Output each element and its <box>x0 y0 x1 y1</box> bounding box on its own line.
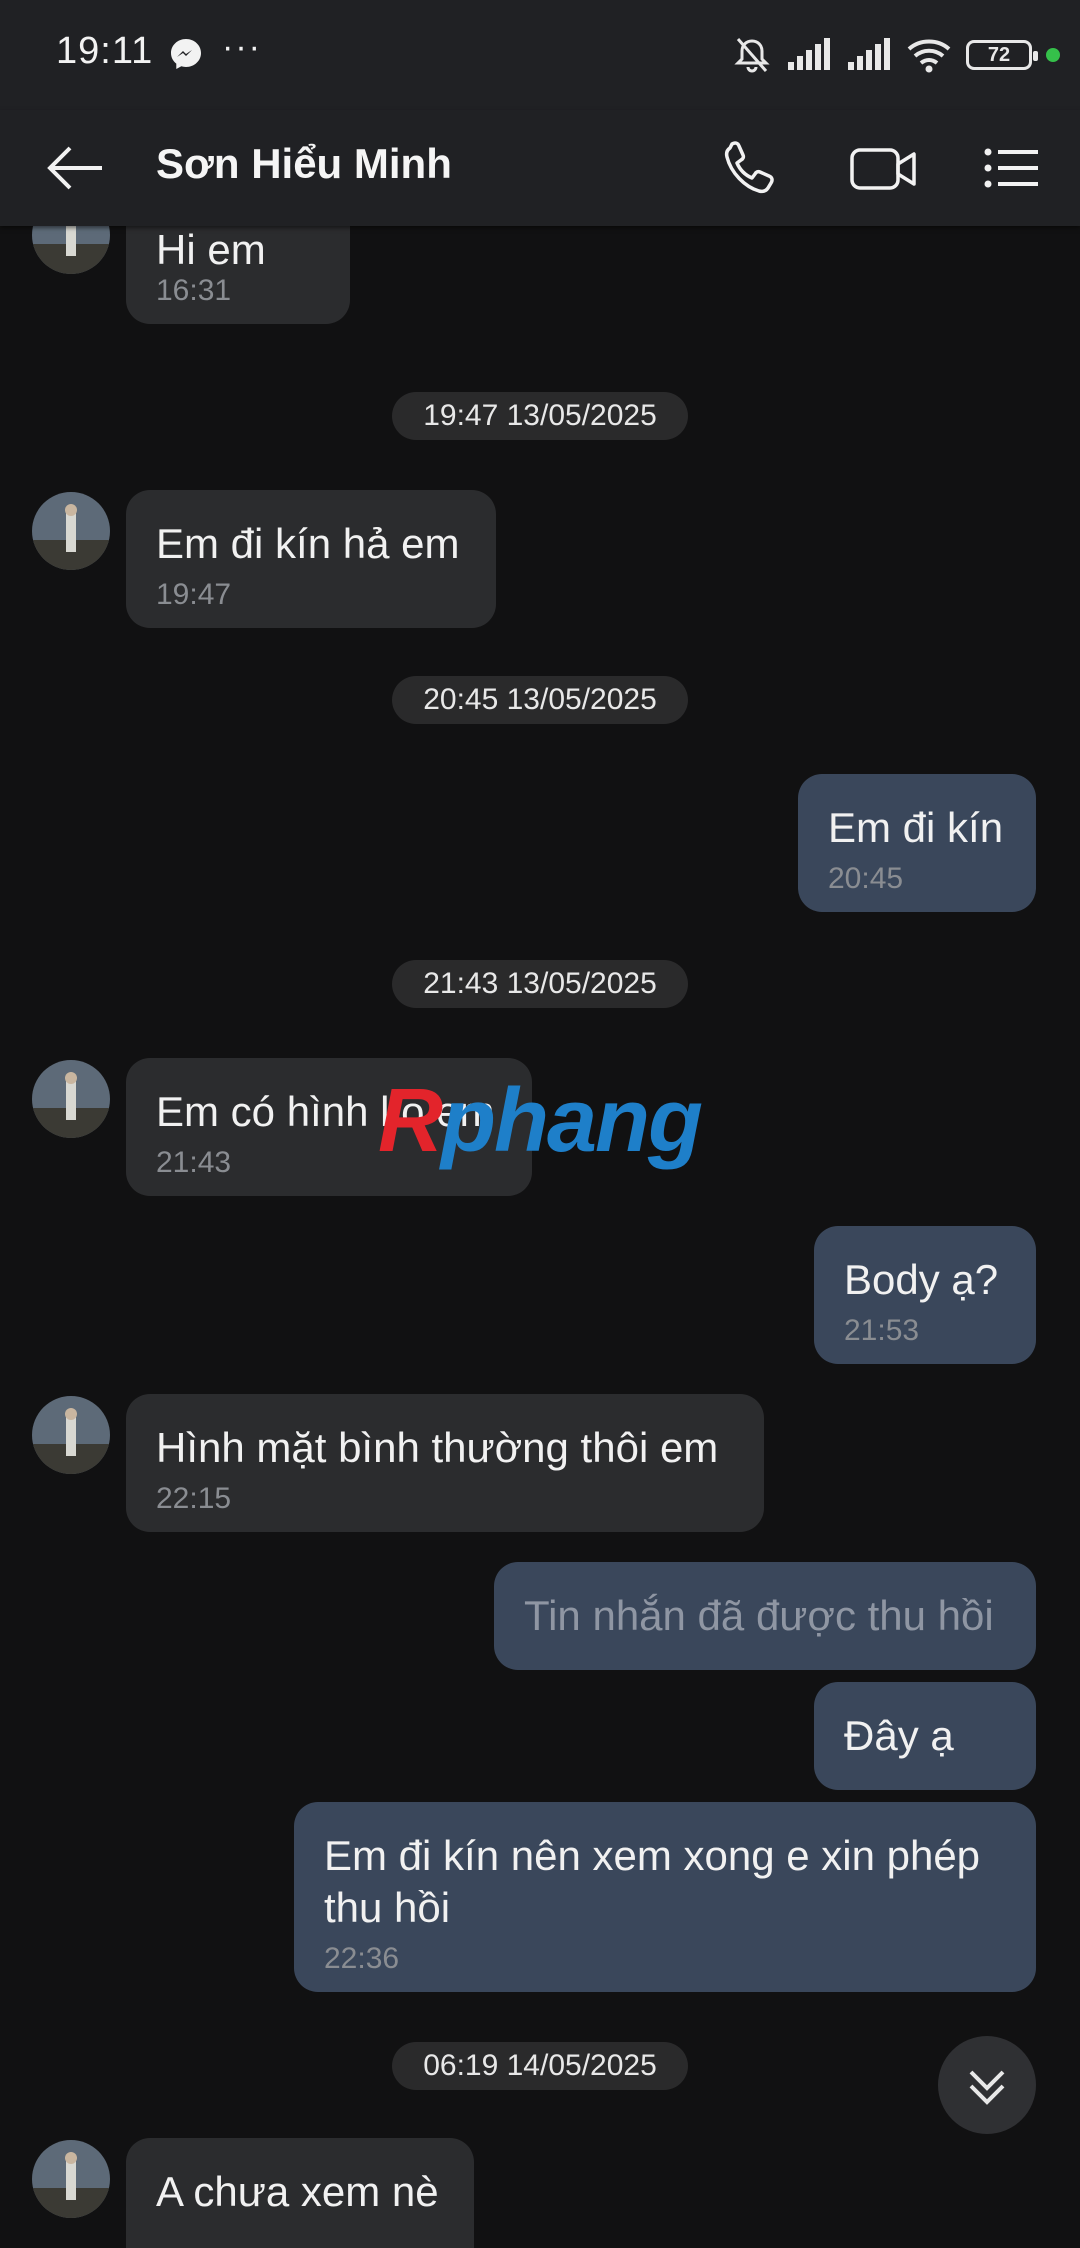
message-bubble-outgoing[interactable]: Em đi kín 20:45 <box>798 774 1036 912</box>
message-time: 22:15 <box>156 1482 232 1515</box>
message-text: Em đi kín hả em <box>156 520 460 567</box>
message-text: Em đi kín nên xem xong e xin phép <box>324 1832 981 1879</box>
signal-icon <box>848 38 890 70</box>
date-separator: 19:47 13/05/2025 <box>392 392 688 440</box>
messenger-icon <box>171 39 201 69</box>
message-bubble-outgoing[interactable]: Body ạ? 21:53 <box>814 1226 1036 1364</box>
message-text: Đây ạ <box>844 1712 954 1759</box>
back-arrow-icon[interactable] <box>40 138 110 198</box>
message-bubble-outgoing[interactable]: Đây ạ <box>814 1682 1036 1790</box>
message-bubble-incoming[interactable]: Hi em 16:31 <box>126 226 350 324</box>
message-text: Hình mặt bình thường thôi em <box>156 1424 719 1471</box>
date-separator: 06:19 14/05/2025 <box>392 2042 688 2090</box>
message-text: Body ạ? <box>844 1256 999 1303</box>
message-text: Em đi kín <box>828 804 1004 851</box>
message-text: Hi em <box>156 226 266 273</box>
more-notifications: ··· <box>222 28 262 66</box>
status-bar: 19:11 ··· 72 <box>0 0 1080 110</box>
message-time: 21:43 <box>156 1146 232 1179</box>
recalled-message-text: Tin nhắn đã được thu hồi <box>524 1592 994 1639</box>
menu-list-icon[interactable] <box>982 136 1042 200</box>
message-bubble-outgoing[interactable]: Em đi kín nên xem xong e xin phép thu hồ… <box>294 1802 1036 1992</box>
signal-icon <box>788 38 830 70</box>
scroll-to-bottom-button[interactable] <box>938 2036 1036 2134</box>
message-time: 19:47 <box>156 578 232 611</box>
message-list[interactable]: Hi em 16:31 19:47 13/05/2025 Em đi kín h… <box>0 226 1080 2248</box>
avatar[interactable] <box>32 226 110 274</box>
double-chevron-down-icon <box>969 2070 1005 2105</box>
avatar[interactable] <box>32 1396 110 1474</box>
status-time: 19:11 <box>56 30 154 72</box>
message-time: 20:45 <box>828 862 904 895</box>
message-time: 16:31 <box>156 274 232 307</box>
contact-name[interactable]: Sơn Hiểu Minh <box>156 140 452 188</box>
watermark-logo: Rphang <box>378 1071 703 1171</box>
message-bubble-incoming[interactable]: Hình mặt bình thường thôi em 22:15 <box>126 1394 764 1532</box>
phone-icon[interactable] <box>718 136 782 200</box>
message-text: A chưa xem nè <box>156 2168 439 2215</box>
status-icons: 72 <box>732 30 1060 80</box>
battery-level: 72 <box>987 43 1011 66</box>
recalled-message-bubble[interactable]: Tin nhắn đã được thu hồi <box>494 1562 1036 1670</box>
date-separator: 21:43 13/05/2025 <box>392 960 688 1008</box>
message-bubble-incoming[interactable]: Em đi kín hả em 19:47 <box>126 490 496 628</box>
message-bubble-incoming[interactable]: A chưa xem nè <box>126 2138 474 2248</box>
avatar[interactable] <box>32 492 110 570</box>
date-separator: 20:45 13/05/2025 <box>392 676 688 724</box>
message-time: 22:36 <box>324 1942 400 1975</box>
video-camera-icon[interactable] <box>848 136 920 200</box>
bell-off-icon <box>734 38 770 73</box>
battery-icon: 72 <box>966 40 1038 70</box>
wifi-icon <box>907 39 951 73</box>
message-time: 21:53 <box>844 1314 920 1347</box>
privacy-indicator <box>1046 48 1060 62</box>
avatar[interactable] <box>32 1060 110 1138</box>
avatar[interactable] <box>32 2140 110 2218</box>
message-text-line2: thu hồi <box>324 1884 451 1931</box>
chat-header: Sơn Hiểu Minh <box>0 110 1080 226</box>
